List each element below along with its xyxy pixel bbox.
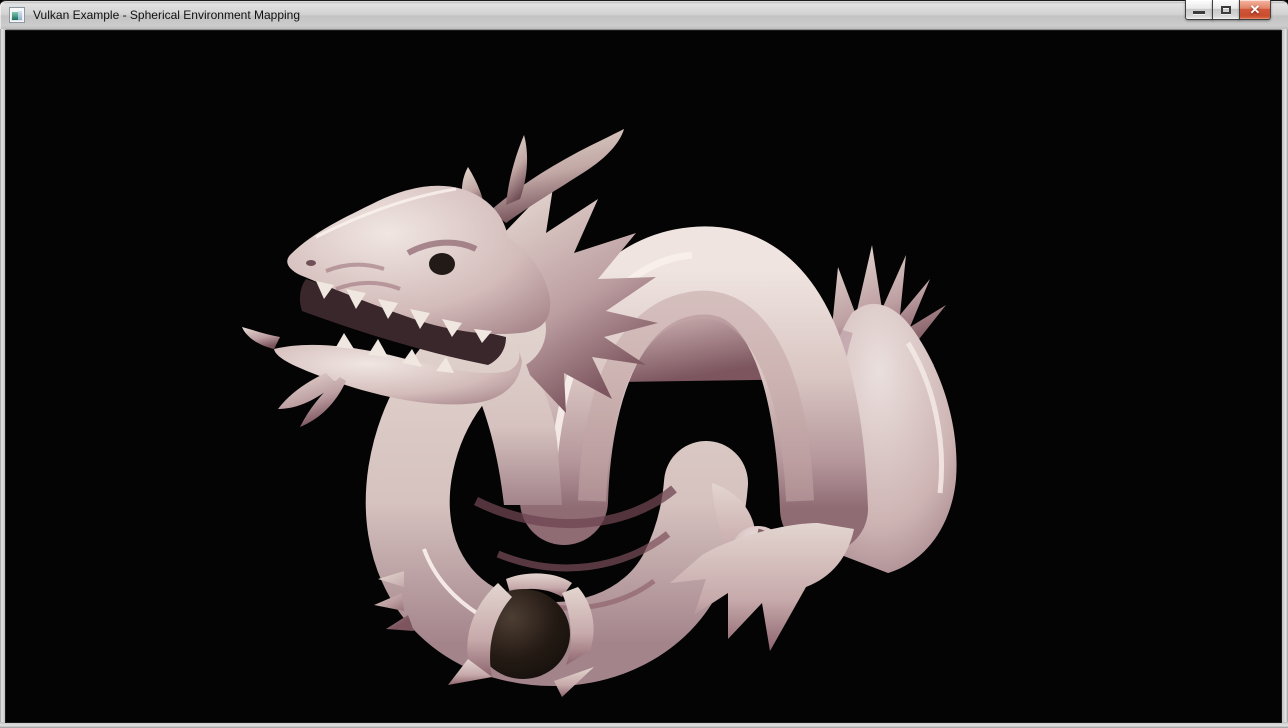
close-icon: ✕ bbox=[1240, 1, 1270, 19]
dragon-eye bbox=[429, 253, 455, 275]
render-viewport[interactable] bbox=[6, 31, 1281, 722]
dragon-render bbox=[6, 31, 1281, 722]
nostril bbox=[306, 260, 316, 266]
caption-button-group: ✕ bbox=[1186, 0, 1271, 20]
app-icon-blue-block bbox=[18, 11, 22, 20]
frame-right bbox=[1281, 29, 1288, 728]
minimize-icon bbox=[1193, 11, 1205, 14]
minimize-button[interactable] bbox=[1185, 0, 1213, 20]
window-title: Vulkan Example - Spherical Environment M… bbox=[33, 1, 300, 30]
app-window: Vulkan Example - Spherical Environment M… bbox=[0, 0, 1288, 728]
application-icon[interactable] bbox=[9, 7, 25, 23]
titlebar[interactable]: Vulkan Example - Spherical Environment M… bbox=[0, 0, 1288, 30]
close-button[interactable]: ✕ bbox=[1239, 0, 1271, 20]
maximize-icon bbox=[1221, 6, 1231, 14]
maximize-button[interactable] bbox=[1212, 0, 1240, 20]
frame-bottom bbox=[0, 722, 1288, 728]
